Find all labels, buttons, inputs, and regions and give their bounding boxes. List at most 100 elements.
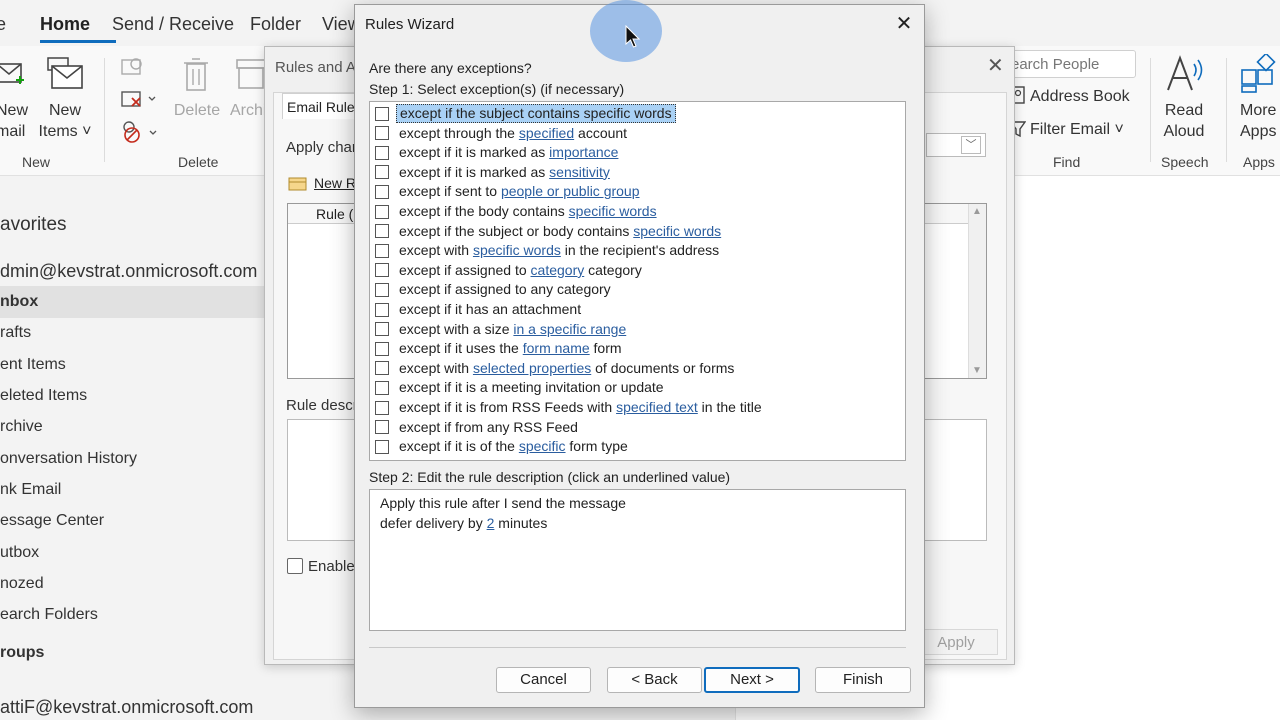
exception-row[interactable]: except if it is of the specific form typ… [374,437,902,456]
more-apps-button[interactable]: More Apps [1240,100,1280,142]
next-button[interactable]: Next > [704,667,800,693]
exception-row[interactable]: except if the subject or body contains s… [374,222,902,241]
folder-deleted-items[interactable]: eleted Items [0,387,87,405]
exception-row[interactable]: except if from any RSS Feed [374,418,902,437]
exception-link[interactable]: sensitivity [549,164,610,180]
new-items-button[interactable]: New Items ˅ [36,100,94,142]
exception-link[interactable]: specified [519,125,574,141]
new-rule-button[interactable]: New R [288,171,358,197]
apply-button[interactable]: Apply [914,629,998,655]
folder-inbox[interactable]: nbox [0,286,265,318]
checkbox[interactable] [375,145,389,160]
scroll-down-icon[interactable]: ▼ [972,365,982,376]
tab-folder[interactable]: Folder [250,14,301,35]
rules-list-scrollbar[interactable]: ▲ ▼ [968,204,986,378]
exception-row[interactable]: except if it is from RSS Feeds with spec… [374,398,902,417]
folder-drafts[interactable]: rafts [0,324,31,342]
exception-row[interactable]: except if the subject contains specific … [374,104,902,123]
folder-archive[interactable]: rchive [0,418,43,436]
folder-outbox[interactable]: utbox [0,544,39,562]
folder-snoozed[interactable]: nozed [0,575,44,593]
checkbox[interactable] [375,282,389,297]
folder-message-center[interactable]: essage Center [0,512,104,530]
folder-conversation-history[interactable]: onversation History [0,450,137,468]
exception-row[interactable]: except if it has an attachment [374,300,902,319]
exceptions-list[interactable]: except if the subject contains specific … [369,101,906,461]
archive-button[interactable]: Archi [230,100,266,121]
exception-link[interactable]: specific words [473,242,561,258]
folder-junk-email[interactable]: nk Email [0,481,61,499]
checkbox[interactable] [375,126,389,141]
exception-row[interactable]: except if assigned to category category [374,261,902,280]
filter-email-button[interactable]: Filter Email ˅ [1030,119,1124,140]
checkbox[interactable] [375,341,389,356]
checkbox[interactable] [375,439,389,454]
checkbox[interactable] [375,322,389,337]
rules-alerts-close-icon[interactable]: ✕ [987,53,1004,78]
rules-wizard-dialog: Rules Wizard ✕ Are there any exceptions?… [354,4,925,708]
account2-header[interactable]: attiF@kevstrat.onmicrosoft.com [0,697,253,718]
read-aloud-button[interactable]: Read Aloud [1160,100,1208,142]
groups-header[interactable]: roups [0,644,44,662]
more-apps-icon [1241,54,1276,93]
tab-home[interactable]: Home [40,14,90,35]
group-label-apps: Apps [1243,154,1275,170]
junk-icon[interactable] [120,120,158,144]
delete-button[interactable]: Delete [170,100,224,121]
tab-file[interactable]: e [0,14,6,35]
exception-link[interactable]: specified text [616,399,698,415]
exception-row[interactable]: except with a size in a specific range [374,320,902,339]
exception-link[interactable]: importance [549,144,618,160]
finish-button[interactable]: Finish [815,667,911,693]
search-people-input[interactable]: earch People [1010,50,1136,78]
exception-row[interactable]: except through the specified account [374,124,902,143]
search-people-placeholder: earch People [1011,56,1100,73]
exception-row[interactable]: except if sent to people or public group [374,182,902,201]
exception-row[interactable]: except if it is marked as importance [374,143,902,162]
folder-sent-items[interactable]: ent Items [0,356,66,374]
checkbox[interactable] [375,204,389,219]
exception-row[interactable]: except with selected properties of docum… [374,359,902,378]
folder-select[interactable]: ﹀ [926,133,986,157]
folder-search-folders[interactable]: earch Folders [0,606,98,624]
checkbox[interactable] [375,263,389,278]
checkbox[interactable] [375,106,389,121]
exception-link[interactable]: specific [519,438,566,454]
close-icon[interactable]: ✕ [891,11,917,37]
exception-row[interactable]: except with specific words in the recipi… [374,241,902,260]
exception-row[interactable]: except if it uses the form name form [374,339,902,358]
checkbox[interactable] [375,184,389,199]
checkbox[interactable] [375,243,389,258]
scroll-up-icon[interactable]: ▲ [972,206,982,217]
checkbox[interactable] [375,400,389,415]
checkbox[interactable] [375,361,389,376]
exception-row[interactable]: except if it is marked as sensitivity [374,163,902,182]
exception-link[interactable]: specific words [633,223,721,239]
cancel-button[interactable]: Cancel [496,667,591,693]
enable-checkbox[interactable] [287,558,303,574]
exception-link[interactable]: selected properties [473,360,591,376]
tab-send-receive[interactable]: Send / Receive [112,14,234,35]
exception-link[interactable]: people or public group [501,183,640,199]
clean-up-icon[interactable] [120,88,156,110]
exception-link[interactable]: specific words [569,203,657,219]
group-label-speech: Speech [1161,154,1209,170]
exception-link[interactable]: in a specific range [513,321,626,337]
group-label-delete: Delete [178,154,219,170]
back-button[interactable]: < Back [607,667,702,693]
checkbox[interactable] [375,302,389,317]
checkbox[interactable] [375,224,389,239]
exception-row[interactable]: except if assigned to any category [374,280,902,299]
checkbox[interactable] [375,420,389,435]
description-line: defer delivery by 2 minutes [380,515,548,531]
checkbox[interactable] [375,380,389,395]
exception-link[interactable]: form name [523,340,590,356]
exception-row[interactable]: except if it is a meeting invitation or … [374,378,902,397]
account-header[interactable]: dmin@kevstrat.onmicrosoft.com [0,261,257,282]
favorites-header[interactable]: avorites [0,214,67,236]
address-book-button[interactable]: Address Book [1030,86,1130,107]
exception-link[interactable]: category [531,262,585,278]
new-email-button[interactable]: New mail [0,100,28,142]
exception-row[interactable]: except if the body contains specific wor… [374,202,902,221]
checkbox[interactable] [375,165,389,180]
